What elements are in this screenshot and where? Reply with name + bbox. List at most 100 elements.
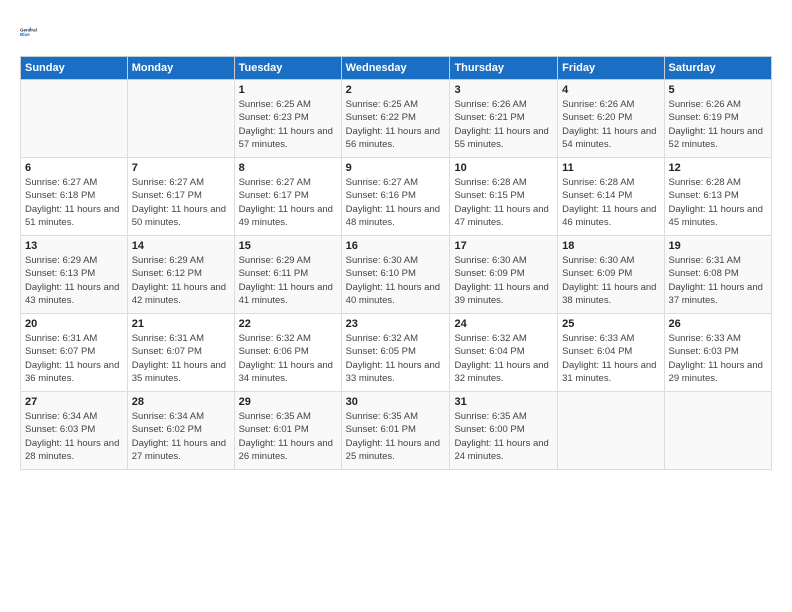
calendar-cell: 1Sunrise: 6:25 AM Sunset: 6:23 PM Daylig… (234, 80, 341, 158)
day-info: Sunrise: 6:35 AM Sunset: 6:01 PM Dayligh… (239, 410, 337, 463)
calendar-cell: 11 Sunrise: 6:28 AM Sunset: 6:14 PM Dayli… (558, 158, 664, 236)
day-number: 28 (132, 396, 230, 408)
day-number: 20 (25, 318, 123, 330)
calendar-table: SundayMondayTuesdayWednesdayThursdayFrid… (20, 56, 772, 470)
week-row-2: 13Sunrise: 6:29 AM Sunset: 6:13 PM Dayli… (21, 236, 772, 314)
calendar-cell (127, 80, 234, 158)
day-number: 9 (346, 162, 446, 174)
day-number: 26 (669, 318, 767, 330)
header-sunday: Sunday (21, 57, 128, 80)
calendar-cell: 19 Sunrise: 6:31 AM Sunset: 6:08 PM Dayli… (664, 236, 771, 314)
day-number: 4 (562, 84, 659, 96)
calendar-cell: 15 Sunrise: 6:29 AM Sunset: 6:11 PM Dayli… (234, 236, 341, 314)
calendar-cell: 31 Sunrise: 6:35 AM Sunset: 6:00 PM Dayli… (450, 392, 558, 470)
day-info: Sunrise: 6:35 AM Sunset: 6:01 PM Dayligh… (346, 410, 446, 463)
day-info: Sunrise: 6:27 AM Sunset: 6:17 PM Dayligh… (132, 176, 230, 229)
day-info: Sunrise: 6:35 AM Sunset: 6:00 PM Dayligh… (454, 410, 553, 463)
calendar-cell (21, 80, 128, 158)
week-row-1: 6 Sunrise: 6:27 AM Sunset: 6:18 PM Daylig… (21, 158, 772, 236)
header-friday: Friday (558, 57, 664, 80)
calendar-cell: 23 Sunrise: 6:32 AM Sunset: 6:05 PM Dayli… (341, 314, 450, 392)
day-info: Sunrise: 6:32 AM Sunset: 6:06 PM Dayligh… (239, 332, 337, 385)
day-info: Sunrise: 6:32 AM Sunset: 6:04 PM Dayligh… (454, 332, 553, 385)
calendar-cell (558, 392, 664, 470)
calendar-cell: 27 Sunrise: 6:34 AM Sunset: 6:03 PM Dayli… (21, 392, 128, 470)
week-row-4: 27 Sunrise: 6:34 AM Sunset: 6:03 PM Dayli… (21, 392, 772, 470)
day-number: 2 (346, 84, 446, 96)
day-info: Sunrise: 6:31 AM Sunset: 6:07 PM Dayligh… (132, 332, 230, 385)
day-number: 13 (25, 240, 123, 252)
calendar-cell: 5 Sunrise: 6:26 AM Sunset: 6:19 PM Daylig… (664, 80, 771, 158)
day-number: 15 (239, 240, 337, 252)
day-info: Sunrise: 6:34 AM Sunset: 6:02 PM Dayligh… (132, 410, 230, 463)
calendar-cell: 26Sunrise: 6:33 AM Sunset: 6:03 PM Dayli… (664, 314, 771, 392)
day-info: Sunrise: 6:33 AM Sunset: 6:04 PM Dayligh… (562, 332, 659, 385)
calendar-cell: 4 Sunrise: 6:26 AM Sunset: 6:20 PM Daylig… (558, 80, 664, 158)
calendar-cell: 14Sunrise: 6:29 AM Sunset: 6:12 PM Dayli… (127, 236, 234, 314)
header-wednesday: Wednesday (341, 57, 450, 80)
logo-icon: General Blue (20, 18, 48, 46)
day-number: 3 (454, 84, 553, 96)
day-info: Sunrise: 6:28 AM Sunset: 6:14 PM Dayligh… (562, 176, 659, 229)
calendar-cell: 30 Sunrise: 6:35 AM Sunset: 6:01 PM Dayli… (341, 392, 450, 470)
day-number: 21 (132, 318, 230, 330)
header-monday: Monday (127, 57, 234, 80)
day-number: 16 (346, 240, 446, 252)
day-number: 24 (454, 318, 553, 330)
day-number: 5 (669, 84, 767, 96)
day-number: 10 (454, 162, 553, 174)
calendar-cell: 22 Sunrise: 6:32 AM Sunset: 6:06 PM Dayli… (234, 314, 341, 392)
calendar-cell: 3Sunrise: 6:26 AM Sunset: 6:21 PM Daylig… (450, 80, 558, 158)
day-info: Sunrise: 6:28 AM Sunset: 6:15 PM Dayligh… (454, 176, 553, 229)
day-info: Sunrise: 6:32 AM Sunset: 6:05 PM Dayligh… (346, 332, 446, 385)
header-saturday: Saturday (664, 57, 771, 80)
day-info: Sunrise: 6:30 AM Sunset: 6:10 PM Dayligh… (346, 254, 446, 307)
day-number: 11 (562, 162, 659, 174)
day-info: Sunrise: 6:31 AM Sunset: 6:07 PM Dayligh… (25, 332, 123, 385)
day-number: 17 (454, 240, 553, 252)
day-number: 30 (346, 396, 446, 408)
day-number: 22 (239, 318, 337, 330)
calendar-cell: 18 Sunrise: 6:30 AM Sunset: 6:09 PM Dayli… (558, 236, 664, 314)
calendar-cell: 20 Sunrise: 6:31 AM Sunset: 6:07 PM Dayli… (21, 314, 128, 392)
day-number: 23 (346, 318, 446, 330)
page: General Blue SundayMondayTuesdayWednesda… (0, 0, 792, 480)
calendar-cell: 21 Sunrise: 6:31 AM Sunset: 6:07 PM Dayli… (127, 314, 234, 392)
calendar-cell: 9Sunrise: 6:27 AM Sunset: 6:16 PM Daylig… (341, 158, 450, 236)
calendar-cell (664, 392, 771, 470)
header-tuesday: Tuesday (234, 57, 341, 80)
calendar-cell: 10 Sunrise: 6:28 AM Sunset: 6:15 PM Dayli… (450, 158, 558, 236)
day-info: Sunrise: 6:30 AM Sunset: 6:09 PM Dayligh… (454, 254, 553, 307)
day-number: 12 (669, 162, 767, 174)
day-number: 8 (239, 162, 337, 174)
header-thursday: Thursday (450, 57, 558, 80)
day-info: Sunrise: 6:26 AM Sunset: 6:19 PM Dayligh… (669, 98, 767, 151)
calendar-header-row: SundayMondayTuesdayWednesdayThursdayFrid… (21, 57, 772, 80)
day-number: 6 (25, 162, 123, 174)
day-info: Sunrise: 6:31 AM Sunset: 6:08 PM Dayligh… (669, 254, 767, 307)
day-info: Sunrise: 6:27 AM Sunset: 6:17 PM Dayligh… (239, 176, 337, 229)
day-info: Sunrise: 6:26 AM Sunset: 6:20 PM Dayligh… (562, 98, 659, 151)
day-number: 19 (669, 240, 767, 252)
calendar-cell: 2Sunrise: 6:25 AM Sunset: 6:22 PM Daylig… (341, 80, 450, 158)
week-row-0: 1Sunrise: 6:25 AM Sunset: 6:23 PM Daylig… (21, 80, 772, 158)
day-info: Sunrise: 6:34 AM Sunset: 6:03 PM Dayligh… (25, 410, 123, 463)
calendar-cell: 25 Sunrise: 6:33 AM Sunset: 6:04 PM Dayli… (558, 314, 664, 392)
calendar-cell: 8 Sunrise: 6:27 AM Sunset: 6:17 PM Daylig… (234, 158, 341, 236)
logo: General Blue (20, 18, 48, 46)
header: General Blue (20, 18, 772, 46)
day-info: Sunrise: 6:29 AM Sunset: 6:12 PM Dayligh… (132, 254, 230, 307)
calendar-cell: 16 Sunrise: 6:30 AM Sunset: 6:10 PM Dayli… (341, 236, 450, 314)
day-number: 31 (454, 396, 553, 408)
calendar-cell: 29Sunrise: 6:35 AM Sunset: 6:01 PM Dayli… (234, 392, 341, 470)
day-number: 25 (562, 318, 659, 330)
day-info: Sunrise: 6:30 AM Sunset: 6:09 PM Dayligh… (562, 254, 659, 307)
day-info: Sunrise: 6:27 AM Sunset: 6:18 PM Dayligh… (25, 176, 123, 229)
day-number: 18 (562, 240, 659, 252)
calendar-cell: 6 Sunrise: 6:27 AM Sunset: 6:18 PM Daylig… (21, 158, 128, 236)
day-number: 27 (25, 396, 123, 408)
calendar-cell: 17 Sunrise: 6:30 AM Sunset: 6:09 PM Dayli… (450, 236, 558, 314)
calendar-cell: 13Sunrise: 6:29 AM Sunset: 6:13 PM Dayli… (21, 236, 128, 314)
day-number: 1 (239, 84, 337, 96)
day-info: Sunrise: 6:29 AM Sunset: 6:11 PM Dayligh… (239, 254, 337, 307)
